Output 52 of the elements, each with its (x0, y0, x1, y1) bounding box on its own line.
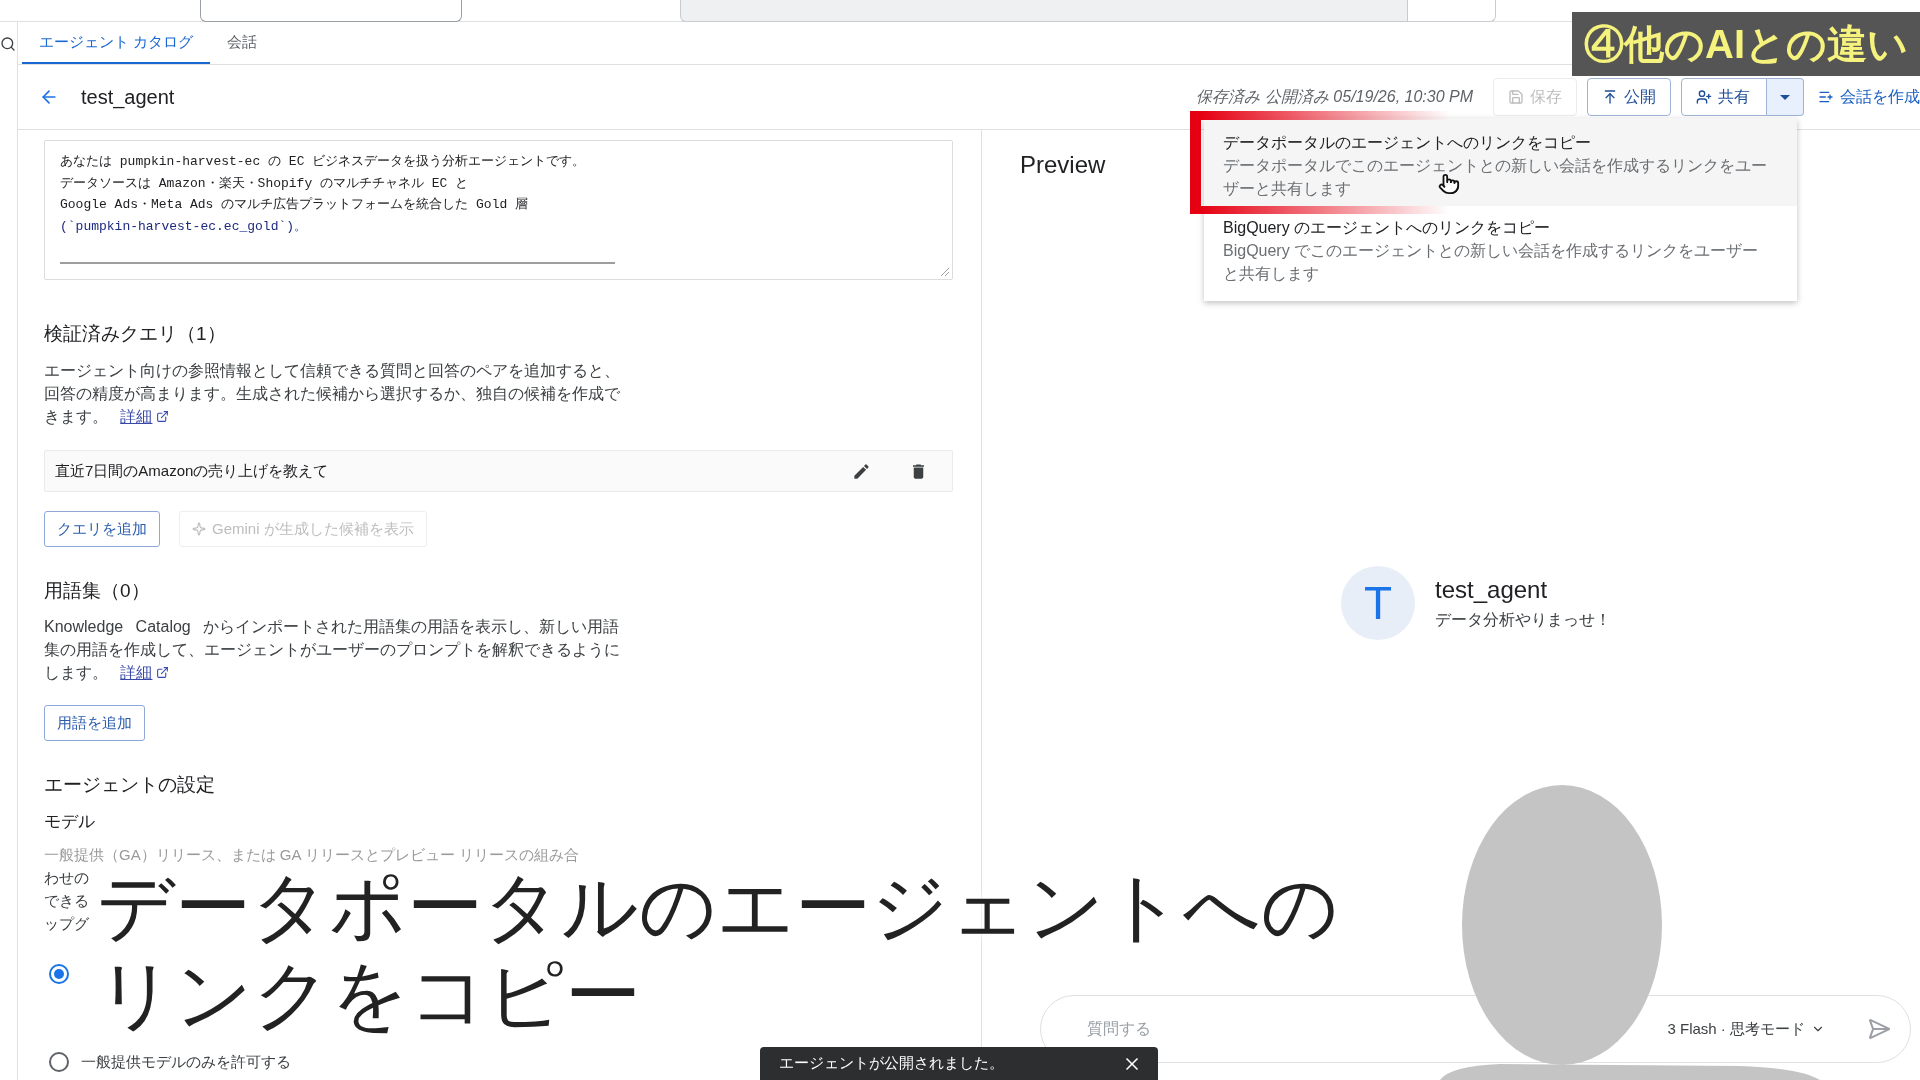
radio-button[interactable] (49, 1052, 69, 1072)
sparkle-icon (192, 522, 206, 536)
project-selector[interactable] (200, 0, 462, 22)
video-subtitle: リンクをコピー (97, 957, 641, 1033)
preview-title: Preview (1020, 150, 1106, 180)
agent-name: test_agent (1435, 575, 1548, 605)
model-selector[interactable]: 3 Flash · 思考モード (1667, 1017, 1825, 1041)
add-button[interactable]: 用語を追加 (44, 705, 145, 741)
topic-banner: ④他のAIとの違い (1572, 12, 1920, 76)
video-subtitle: データポータルのエージェントへの (97, 869, 1339, 945)
tab[interactable]: エージェント カタログ (22, 22, 211, 64)
send-icon[interactable] (1867, 1017, 1891, 1041)
section-heading: 用語集（0） (44, 579, 151, 603)
menu-item[interactable]: BigQuery のエージェントへのリンクをコピー BigQuery でこのエージェントとの新しい会話を作成するリンクをユーザーと共有します (1204, 206, 1797, 301)
query-text: 直近7日間のAmazonの売り上げを教えて (55, 460, 329, 481)
model-description-fragment: ップグ (44, 914, 89, 934)
create-conversation-button[interactable]: 会話を作成 (1818, 78, 1920, 116)
section-description: エージェント向けの参照情報として信頼できる質問と回答のペアを追加すると、回答の精度が高まります。生成された候補から選択するか、独自の候補を作成できます。 詳細 (44, 359, 630, 428)
model-description-fragment: できる (44, 891, 89, 911)
hand-cursor-icon (1438, 172, 1460, 196)
publish-button[interactable]: 公開 (1587, 78, 1671, 116)
external-link-icon (156, 410, 170, 423)
agent-avatar: T (1341, 566, 1415, 640)
instructions-field[interactable]: あなたは pumpkin-harvest-ec の EC ビジネスデータを扱う分析エージェントです。 データソースは Amazon・楽天・Shopify のマルチチャネル EC と Google Ads・Meta Ads のマルチ広告プラットフォームを統合した Gold 層 (`pumpkin-harvest-ec.ec_gold`)。 (44, 140, 953, 280)
person-add-icon (1696, 89, 1712, 105)
section-heading: エージェントの設定 (44, 773, 216, 797)
section-heading: 検証済みクエリ（1） (44, 322, 227, 346)
agent-tagline: データ分析やりまっせ！ (1435, 610, 1611, 630)
resize-handle-icon[interactable] (941, 268, 949, 276)
radio-label: 一般提供モデルのみを許可する (81, 1052, 291, 1072)
model-label: モデル (44, 811, 95, 833)
details-link[interactable]: 詳細 (120, 661, 170, 684)
model-description-line: 一般提供（GA）リリース、または GA リリースとプレビュー リリースの組み合 (44, 845, 580, 865)
agent-title: test_agent (81, 85, 175, 111)
save-status: 保存済み 公開済み 05/19/26, 10:30 PM (1196, 87, 1473, 107)
menu-item[interactable]: データポータルのエージェントへのリンクをコピー データポータルでこのエージェントとの新しい会話を作成するリンクをユーザーと共有します (1204, 118, 1797, 206)
share-button[interactable]: 共有 (1681, 78, 1767, 116)
radio-button[interactable] (49, 964, 69, 984)
list-plus-icon (1818, 89, 1834, 105)
tab[interactable]: 会話 (210, 22, 275, 64)
add-button[interactable]: クエリを追加 (44, 511, 160, 547)
search-icon[interactable] (0, 36, 16, 52)
upload-icon (1602, 89, 1618, 105)
details-link[interactable]: 詳細 (120, 405, 170, 428)
model-description-fragment: わせの (44, 868, 89, 888)
toast-message: エージェントが公開されました。 (779, 1053, 1004, 1074)
external-link-icon (156, 666, 170, 679)
caret-down-icon (1780, 94, 1790, 100)
search-field[interactable] (680, 0, 1408, 22)
save-icon (1508, 89, 1524, 105)
share-dropdown-button[interactable] (1767, 78, 1804, 116)
section-description: Knowledge Catalog からインポートされた用語集の用語を表示し、新しい用語集の用語を作成して、エージェントがユーザーのプロンプトを解釈できるようにします。 詳細 (44, 615, 630, 684)
